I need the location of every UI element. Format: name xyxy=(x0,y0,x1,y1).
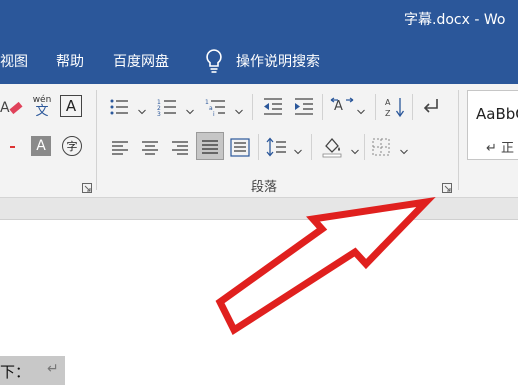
show-marks-icon[interactable] xyxy=(419,95,443,119)
style-normal-tile[interactable]: AaBbC ↵ 正 xyxy=(467,90,518,160)
decrease-indent-icon[interactable] xyxy=(261,95,285,119)
multilevel-list-dropdown[interactable] xyxy=(235,104,243,115)
increase-indent-icon[interactable] xyxy=(292,95,316,119)
button-separator xyxy=(412,94,413,120)
chinese-layout-icon[interactable]: A xyxy=(330,95,354,119)
button-separator xyxy=(252,94,253,120)
borders-dropdown[interactable] xyxy=(400,144,408,155)
character-shading-button[interactable]: A xyxy=(31,136,51,156)
svg-text:3: 3 xyxy=(157,111,161,118)
line-spacing-icon[interactable] xyxy=(265,135,289,159)
document-page[interactable] xyxy=(0,220,518,389)
character-border-button[interactable]: A xyxy=(60,95,82,117)
font-dialog-launcher-icon[interactable] xyxy=(82,182,92,193)
multilevel-list-icon[interactable]: 1 a i xyxy=(205,95,229,119)
button-separator xyxy=(364,134,365,160)
svg-text:i: i xyxy=(213,111,215,118)
tab-baidu-netdisk[interactable]: 百度网盘 xyxy=(113,51,169,71)
button-separator xyxy=(258,134,259,160)
enclose-characters-button[interactable]: 字 xyxy=(62,136,82,156)
align-left-icon[interactable] xyxy=(108,135,132,159)
paragraph-group-label: 段落 xyxy=(251,180,278,195)
chinese-layout-dropdown[interactable] xyxy=(357,104,365,115)
ribbon-tabs: 视图 帮助 百度网盘 操作说明搜索 xyxy=(0,38,518,84)
borders-icon[interactable] xyxy=(369,135,393,159)
line-spacing-dropdown[interactable] xyxy=(294,144,302,155)
document-margin-bar xyxy=(0,198,518,220)
style-name: ↵ 正 xyxy=(486,141,515,156)
button-separator xyxy=(311,134,312,160)
bullets-dropdown[interactable] xyxy=(138,104,146,115)
shading-dropdown[interactable] xyxy=(351,144,359,155)
justify-icon[interactable] xyxy=(196,132,224,160)
style-sample-text: AaBbC xyxy=(476,105,518,123)
window-title: 字幕.docx - Wo xyxy=(404,12,506,28)
align-right-icon[interactable] xyxy=(168,135,192,159)
document-text: 下： xyxy=(0,363,31,381)
bullets-icon[interactable] xyxy=(108,95,132,119)
sort-icon[interactable]: A Z xyxy=(383,95,407,119)
tab-view[interactable]: 视图 xyxy=(0,51,28,71)
shading-icon[interactable] xyxy=(320,135,344,159)
tab-help[interactable]: 帮助 xyxy=(56,51,84,71)
button-separator xyxy=(375,94,376,120)
paragraph-mark: ↵ xyxy=(47,361,59,377)
dialog-launcher-icon[interactable] xyxy=(442,182,452,193)
svg-text:A: A xyxy=(334,99,343,114)
svg-text:A: A xyxy=(385,98,391,107)
button-separator xyxy=(322,94,323,120)
group-separator xyxy=(458,90,459,190)
clear-formatting-icon[interactable]: A xyxy=(0,95,24,119)
numbering-icon[interactable]: 1 2 3 xyxy=(156,95,180,119)
ribbon: A wén 文 A A 字 1 2 3 1 a i A A Z 段落 AaBb … xyxy=(0,84,518,198)
numbering-dropdown[interactable] xyxy=(186,104,194,115)
title-bar: 字幕.docx - Wo xyxy=(0,0,518,38)
font-color-dropdown[interactable] xyxy=(10,144,20,150)
tell-me-search[interactable]: 操作说明搜索 xyxy=(236,51,320,71)
distributed-icon[interactable] xyxy=(228,135,252,159)
phonetic-char: 文 xyxy=(35,104,49,119)
svg-text:A: A xyxy=(0,100,10,116)
svg-text:Z: Z xyxy=(385,109,391,118)
group-separator xyxy=(96,90,97,190)
bulb-icon[interactable] xyxy=(203,47,225,75)
center-icon[interactable] xyxy=(138,135,162,159)
phonetic-guide-button[interactable]: wén 文 xyxy=(29,93,55,121)
